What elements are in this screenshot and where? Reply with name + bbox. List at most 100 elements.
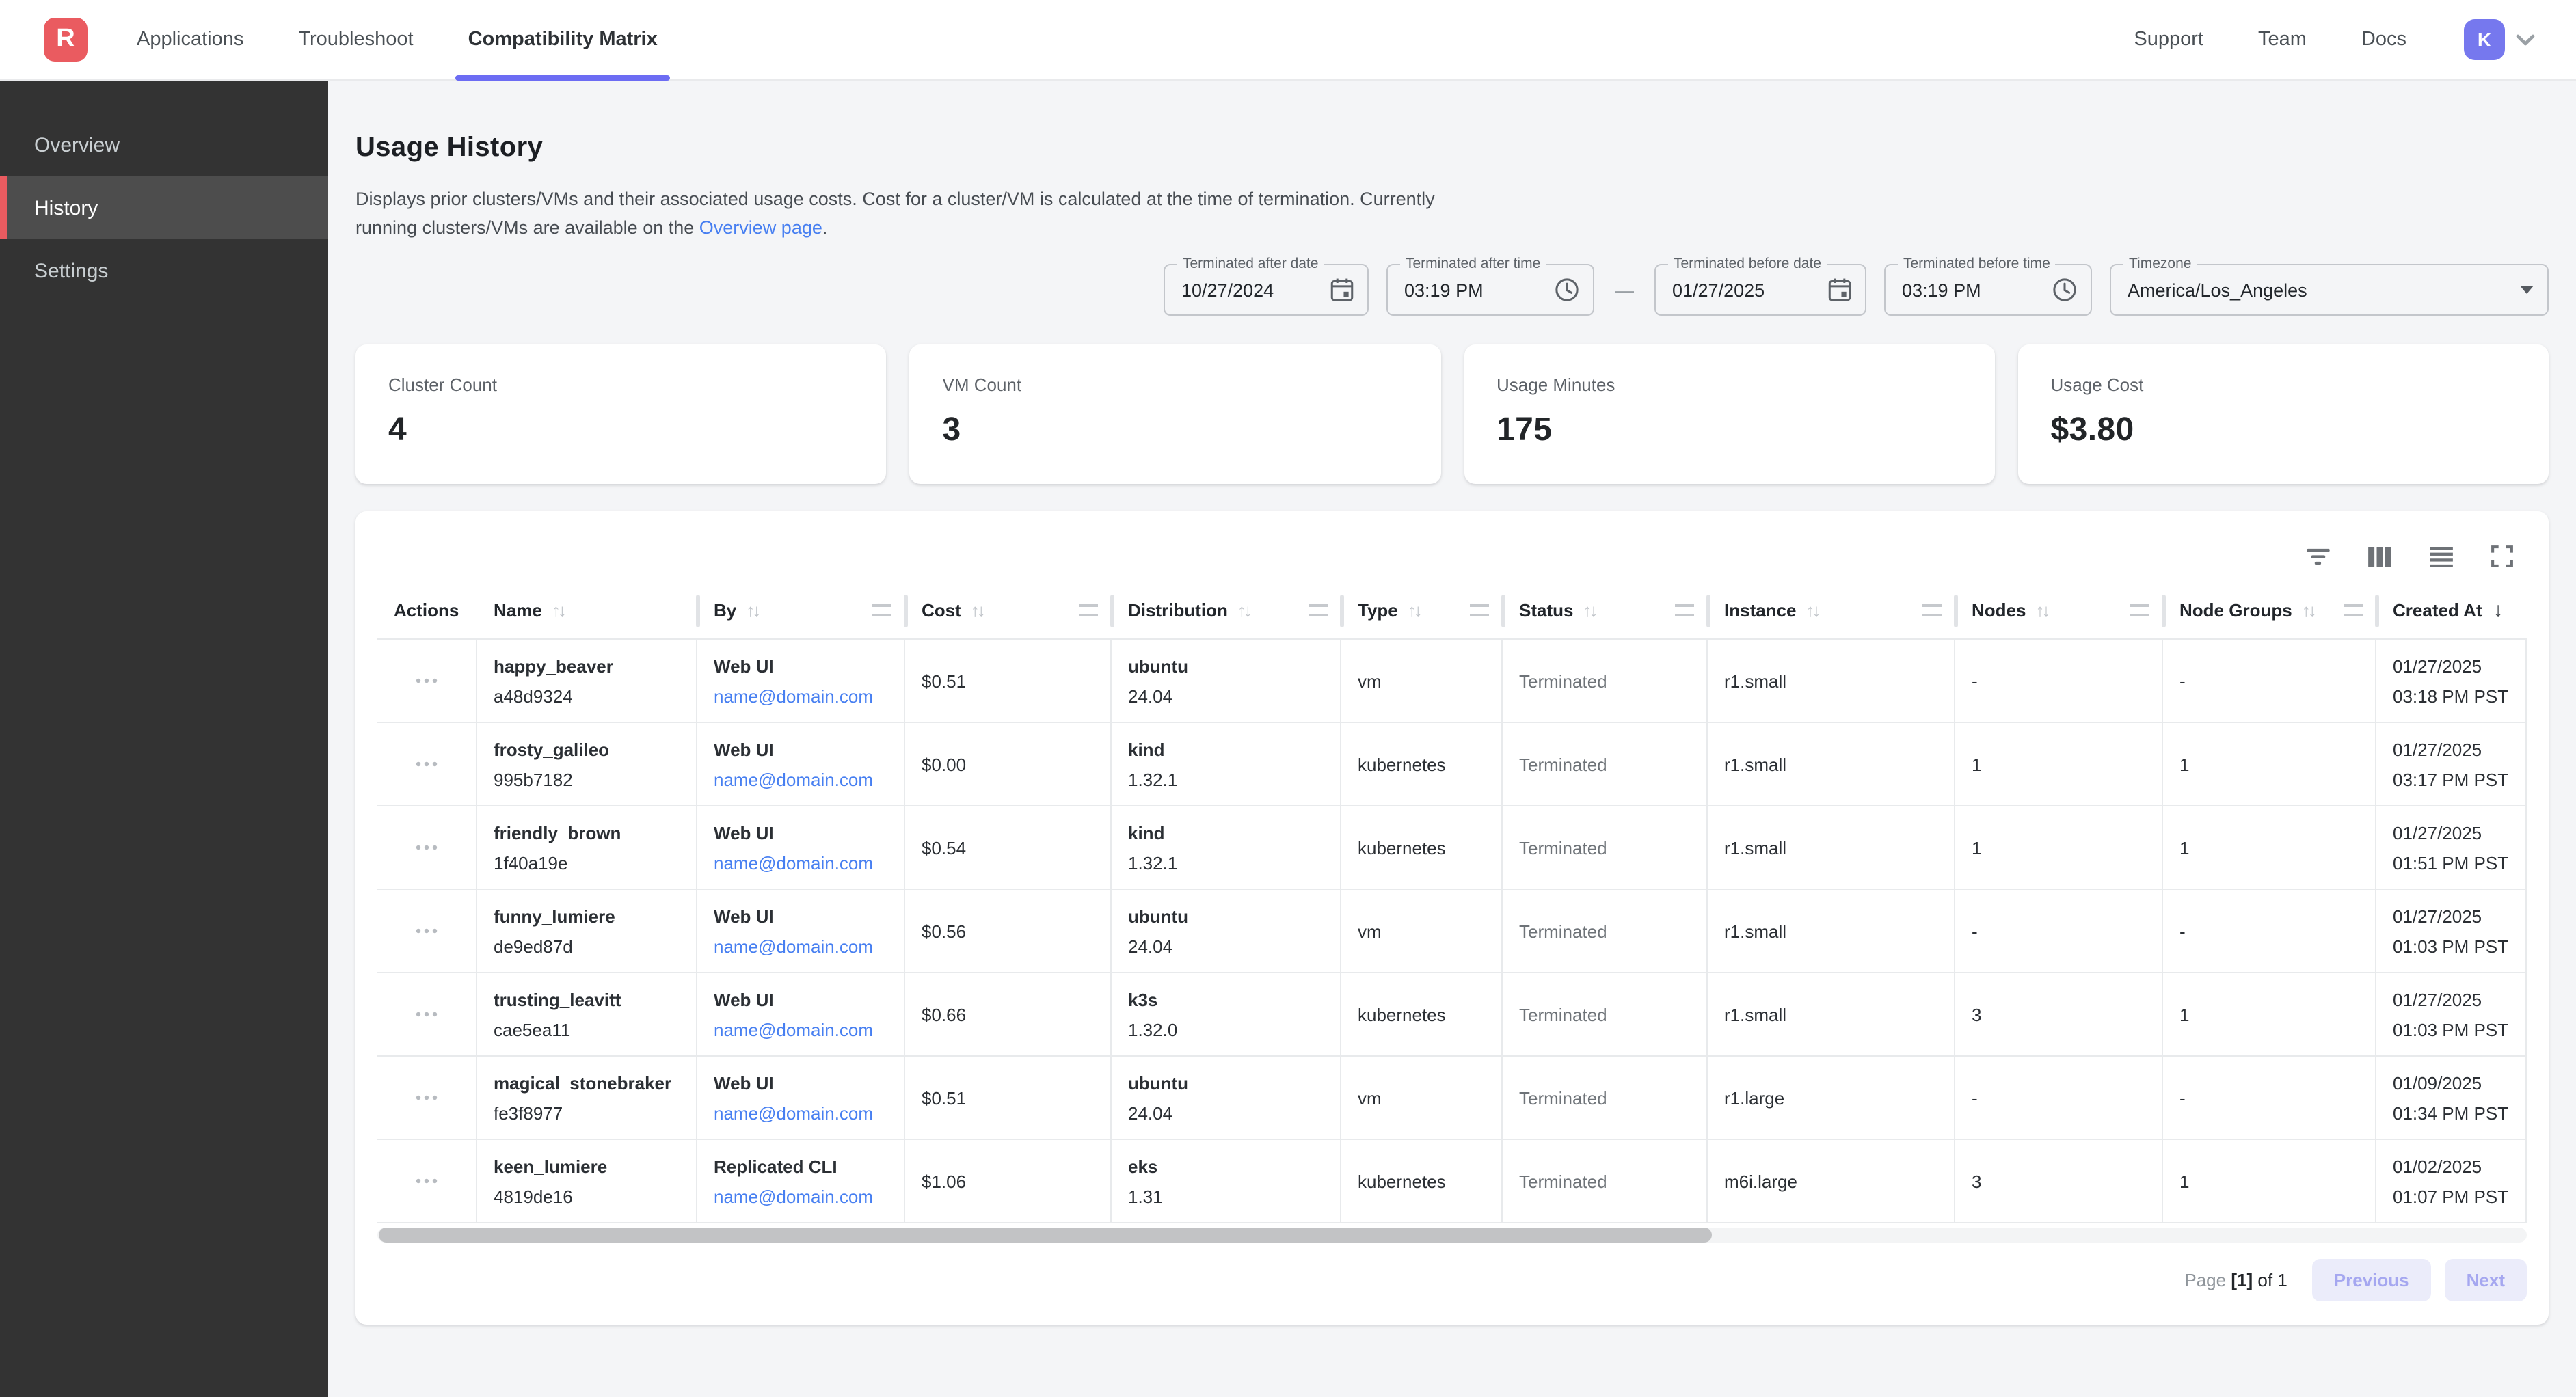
cell-node-groups: - [2163, 890, 2376, 972]
row-email-link[interactable]: name@domain.com [714, 1102, 904, 1123]
avatar[interactable]: K [2464, 19, 2505, 60]
column-header-type[interactable]: Type↑↓ [1341, 582, 1503, 638]
cell-cost: $0.51 [905, 1057, 1112, 1139]
created-date: 01/27/2025 [2393, 655, 2525, 676]
horizontal-scrollbar[interactable] [377, 1228, 2527, 1243]
created-date: 01/27/2025 [2393, 989, 2525, 1009]
cell-distribution: k3s1.32.0 [1112, 973, 1341, 1055]
column-header-instance[interactable]: Instance↑↓ [1708, 582, 1955, 638]
cluster-name: frosty_galileo [494, 739, 696, 759]
sidebar-item-history[interactable]: History [0, 176, 328, 239]
cell-node-groups: 1 [2163, 1140, 2376, 1222]
nav-support[interactable]: Support [2134, 29, 2203, 51]
row-actions-button[interactable] [416, 1095, 438, 1100]
filter-timezone-select[interactable]: Timezone America/Los_Angeles [2110, 264, 2549, 316]
table-row: trusting_leavittcae5ea11Web UIname@domai… [377, 973, 2527, 1057]
column-label: Name [494, 600, 542, 621]
column-header-cost[interactable]: Cost↑↓ [905, 582, 1112, 638]
filter-terminated-before-time[interactable]: Terminated before time 03:19 PM [1884, 264, 2092, 316]
column-menu-icon[interactable] [1470, 604, 1489, 616]
cluster-id: de9ed87d [494, 936, 696, 956]
clock-icon[interactable] [1555, 277, 1579, 302]
filter-value: 01/27/2025 [1672, 280, 1765, 300]
density-icon[interactable] [2427, 543, 2456, 569]
tab-applications[interactable]: Applications [137, 0, 243, 80]
row-actions-button[interactable] [416, 1012, 438, 1017]
row-actions-button[interactable] [416, 678, 438, 683]
created-by-source: Web UI [714, 989, 904, 1009]
calendar-icon[interactable] [1828, 277, 1851, 302]
filter-value: 10/27/2024 [1181, 280, 1274, 300]
status-badge: Terminated [1519, 1087, 1706, 1108]
account-menu[interactable]: K [2464, 19, 2535, 60]
cell-type: vm [1341, 1057, 1503, 1139]
node-groups-value: - [2179, 670, 2375, 691]
status-badge: Terminated [1519, 670, 1706, 691]
cluster-id: fe3f8977 [494, 1102, 696, 1123]
tab-compatibility-matrix[interactable]: Compatibility Matrix [468, 0, 658, 80]
filter-icon[interactable] [2304, 545, 2333, 568]
cell-by: Web UI name@domain.com [697, 973, 905, 1055]
clock-icon[interactable] [2052, 277, 2077, 302]
distribution-version: 1.32.1 [1128, 769, 1340, 789]
row-actions-button[interactable] [416, 928, 438, 934]
nav-docs[interactable]: Docs [2361, 29, 2406, 51]
nodes-value: - [1972, 1087, 2162, 1108]
column-menu-icon[interactable] [1309, 604, 1328, 616]
node-groups-value: 1 [2179, 1004, 2375, 1025]
overview-page-link[interactable]: Overview page [699, 217, 822, 238]
fullscreen-icon[interactable] [2488, 543, 2516, 570]
nav-team[interactable]: Team [2258, 29, 2307, 51]
columns-icon[interactable] [2365, 543, 2394, 569]
cell-status: Terminated [1503, 973, 1708, 1055]
sidebar-item-overview[interactable]: Overview [0, 113, 328, 176]
row-email-link[interactable]: name@domain.com [714, 1186, 904, 1206]
row-email-link[interactable]: name@domain.com [714, 686, 904, 706]
filter-terminated-after-time[interactable]: Terminated after time 03:19 PM [1386, 264, 1594, 316]
sidebar-item-settings[interactable]: Settings [0, 239, 328, 302]
distribution-version: 1.32.1 [1128, 852, 1340, 873]
cell-by: Replicated CLIname@domain.com [697, 1140, 905, 1222]
cell-created-at: 01/09/202501:34 PM PST [2376, 1057, 2527, 1139]
page-description: Displays prior clusters/VMs and their as… [355, 185, 1436, 242]
scrollbar-thumb[interactable] [379, 1228, 1711, 1243]
row-actions-button[interactable] [416, 1178, 438, 1184]
column-header-distribution[interactable]: Distribution↑↓ [1112, 582, 1341, 638]
column-menu-icon[interactable] [1922, 604, 1942, 616]
page-current: [1] [2231, 1269, 2253, 1290]
table-header-row: ActionsName↑↓By↑↓Cost↑↓Distribution↑↓Typ… [377, 582, 2527, 640]
row-email-link[interactable]: name@domain.com [714, 936, 904, 956]
filter-terminated-before-date[interactable]: Terminated before date 01/27/2025 [1654, 264, 1866, 316]
column-header-created-at[interactable]: Created At↓ [2376, 582, 2527, 638]
column-label: Nodes [1972, 600, 2026, 621]
row-actions-button[interactable] [416, 761, 438, 767]
next-button[interactable]: Next [2445, 1258, 2527, 1301]
previous-button[interactable]: Previous [2312, 1258, 2431, 1301]
row-email-link[interactable]: name@domain.com [714, 852, 904, 873]
cluster-name: trusting_leavitt [494, 989, 696, 1009]
column-header-status[interactable]: Status↑↓ [1503, 582, 1708, 638]
row-actions-button[interactable] [416, 845, 438, 850]
column-header-node-groups[interactable]: Node Groups↑↓ [2163, 582, 2376, 638]
filter-terminated-after-date[interactable]: Terminated after date 10/27/2024 [1164, 264, 1369, 316]
filter-label: Terminated after date [1177, 256, 1324, 272]
row-email-link[interactable]: name@domain.com [714, 1019, 904, 1040]
column-header-by[interactable]: By↑↓ [697, 582, 905, 638]
stat-cards: Cluster Count 4 VM Count 3 Usage Minutes… [355, 344, 2549, 484]
filter-value: 03:19 PM [1902, 280, 1981, 300]
app-logo[interactable]: R [44, 18, 88, 62]
column-menu-icon[interactable] [872, 604, 891, 616]
cluster-name: funny_lumiere [494, 906, 696, 926]
calendar-icon[interactable] [1330, 277, 1354, 302]
column-menu-icon[interactable] [2130, 604, 2149, 616]
column-menu-icon[interactable] [1079, 604, 1098, 616]
column-header-nodes[interactable]: Nodes↑↓ [1955, 582, 2163, 638]
row-email-link[interactable]: name@domain.com [714, 769, 904, 789]
column-menu-icon[interactable] [2344, 604, 2363, 616]
sort-icon: ↑↓ [1237, 600, 1250, 621]
column-menu-icon[interactable] [1675, 604, 1694, 616]
tab-troubleshoot[interactable]: Troubleshoot [298, 0, 413, 80]
cell-actions [377, 806, 477, 889]
column-header-name[interactable]: Name↑↓ [477, 582, 697, 638]
created-date: 01/27/2025 [2393, 822, 2525, 843]
